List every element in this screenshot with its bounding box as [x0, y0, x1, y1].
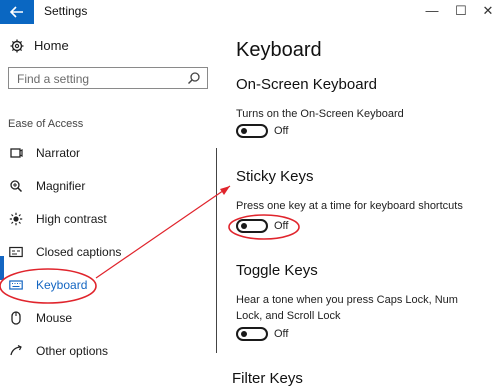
on-screen-keyboard-toggle-state: Off	[274, 125, 289, 137]
sticky-keys-toggle[interactable]	[236, 219, 268, 233]
toggle-keys-toggle[interactable]	[236, 327, 268, 341]
toggle-knob	[241, 223, 247, 229]
toggle-keys-description: Hear a tone when you press Caps Lock, Nu…	[236, 294, 458, 322]
toggle-knob	[241, 331, 247, 337]
sticky-keys-description: Press one key at a time for keyboard sho…	[236, 200, 463, 212]
sticky-keys-toggle-state: Off	[274, 220, 289, 232]
toggle-keys-title: Toggle Keys	[236, 262, 318, 279]
filter-keys-title: Filter Keys	[232, 370, 303, 387]
toggle-knob	[241, 128, 247, 134]
toggle-keys-toggle-state: Off	[274, 328, 289, 340]
sticky-keys-title: Sticky Keys	[236, 168, 314, 185]
page-title: Keyboard	[236, 39, 322, 61]
on-screen-keyboard-toggle[interactable]	[236, 124, 268, 138]
on-screen-keyboard-description: Turns on the On-Screen Keyboard	[236, 108, 404, 120]
main-content: Keyboard On-Screen Keyboard Turns on the…	[0, 0, 501, 390]
on-screen-keyboard-title: On-Screen Keyboard	[236, 76, 377, 93]
